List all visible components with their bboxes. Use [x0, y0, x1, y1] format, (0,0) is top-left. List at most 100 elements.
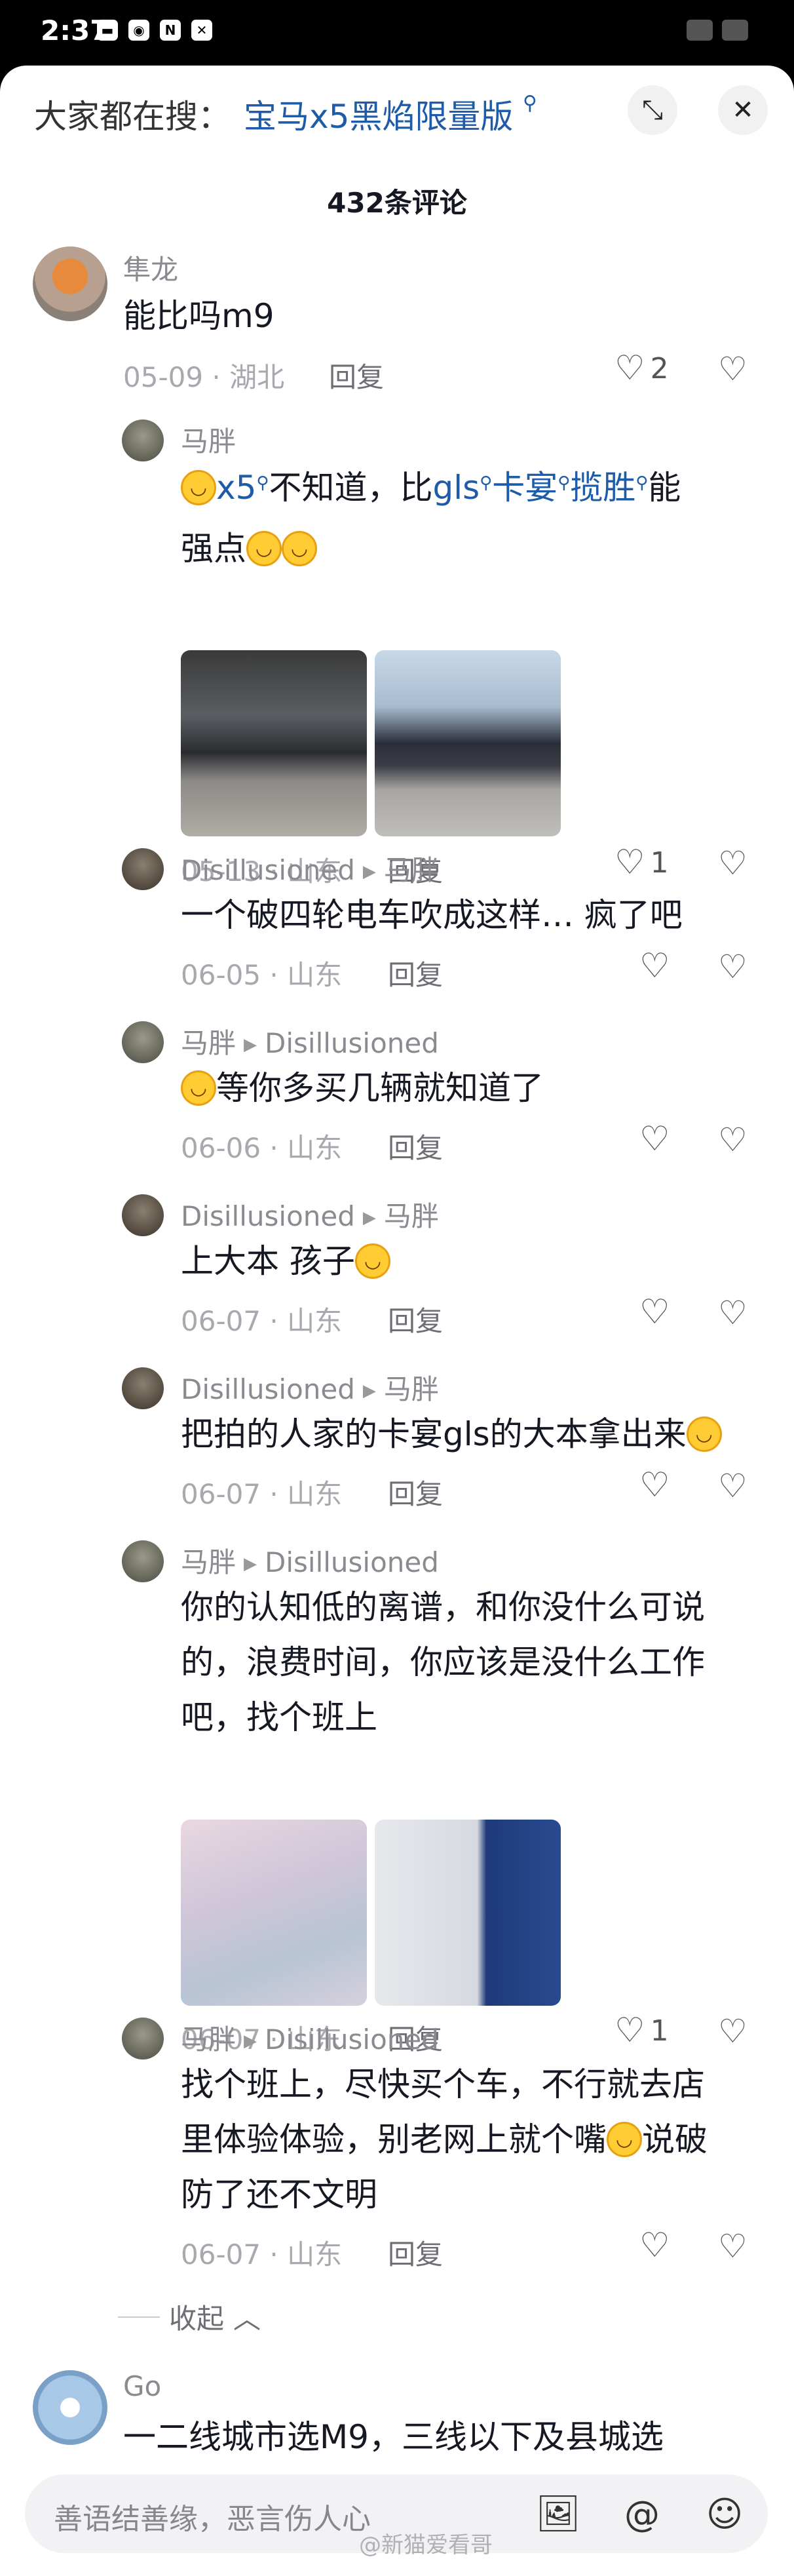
reply-button[interactable]: 回复	[388, 2233, 443, 2273]
like-button[interactable]: ♡	[639, 2229, 670, 2263]
comment-text: ◡ x5⚲不知道，比gls⚲卡宴⚲揽胜⚲能 强点 ◡ ◡	[181, 469, 681, 568]
search-suggestion-link[interactable]: 宝马x5黑焰限量版	[244, 90, 513, 138]
dislike-icon[interactable]: ♡	[718, 1123, 747, 1156]
avatar[interactable]	[33, 2370, 107, 2445]
heart-icon: ♡	[639, 1120, 670, 1159]
status-right-icons	[687, 20, 748, 41]
message-icon: ▬	[97, 20, 118, 41]
comment-count: 432条评论	[327, 187, 467, 219]
comment-input-bar: 善语结善缘，恶言伤人心 🖼 @ ☺ @新猫爱看哥	[0, 2455, 794, 2576]
dislike-icon[interactable]: ♡	[718, 1470, 747, 1502]
status-icons: ▬ ◉ N ✕	[97, 20, 212, 41]
comment-date-location: 06-05 · 山东	[181, 959, 343, 991]
signal-icon	[687, 20, 713, 41]
comment-text: 上大本 孩子 ◡	[181, 1234, 390, 1289]
heart-icon: ♡	[614, 2011, 645, 2050]
comment-author[interactable]: Disillusioned ▶ 马胖	[181, 1194, 439, 1234]
laughing-emoji-icon: ◡	[282, 530, 317, 566]
collapse-label: 收起	[169, 2303, 225, 2335]
avatar[interactable]	[122, 420, 164, 461]
search-header: 大家都在搜： 宝马x5黑焰限量版 ⚲ ⤡ ✕	[0, 66, 794, 159]
heart-icon: ♡	[639, 1293, 670, 1332]
like-count: 1	[650, 2014, 669, 2048]
comment-image[interactable]	[181, 650, 367, 836]
hashtag-link[interactable]: x5	[216, 469, 256, 507]
comment-text: 把拍的人家的卡宴gls的大本拿出来 ◡	[181, 1407, 722, 1462]
smiling-emoji-icon: ◡	[354, 1243, 390, 1279]
reply-button[interactable]: 回复	[388, 1299, 443, 1339]
image-icon[interactable]: 🖼	[536, 2491, 581, 2536]
comment-text: 找个班上，尽快买个车，不行就去店 里体验体验，别老网上就个嘴 ◡ 说破 防了还不文明	[181, 2065, 708, 2214]
collapse-replies-button[interactable]: 收起 ︿	[118, 2297, 261, 2337]
hashtag-link[interactable]: gls	[432, 469, 480, 507]
comment-date-location: 06-07 · 山东	[181, 1478, 343, 1510]
comment-date-location: 05-09 · 湖北	[123, 361, 285, 393]
like-button[interactable]: ♡	[639, 1468, 670, 1502]
comment-author[interactable]: 马胖 ▶ Disillusioned	[181, 2018, 439, 2058]
avatar[interactable]	[33, 246, 107, 321]
comment-date-location: 06-06 · 山东	[181, 1132, 343, 1164]
comment-author[interactable]: Disillusioned ▶ 马胖	[181, 848, 439, 888]
avatar[interactable]	[122, 1367, 164, 1409]
dislike-icon[interactable]: ♡	[718, 950, 747, 983]
mention-icon[interactable]: @	[620, 2491, 664, 2536]
chevron-up-icon: ︿	[233, 2303, 261, 2335]
heart-icon: ♡	[614, 843, 645, 882]
avatar[interactable]	[122, 2018, 164, 2059]
like-button[interactable]: ♡ 2	[614, 351, 669, 385]
like-count: 2	[650, 351, 669, 385]
status-bar: 2:37 ▬ ◉ N ✕	[0, 0, 794, 66]
comment-text: 一个破四轮电车吹成这样… 疯了吧	[181, 896, 683, 934]
dislike-icon[interactable]: ♡	[718, 1297, 747, 1329]
avatar[interactable]	[122, 848, 164, 890]
like-button[interactable]: ♡ 1	[614, 846, 669, 880]
comment-author[interactable]: Disillusioned ▶ 马胖	[181, 1367, 439, 1407]
laughing-emoji-icon: ◡	[181, 469, 216, 505]
laughing-emoji-icon: ◡	[607, 2121, 642, 2157]
avatar[interactable]	[122, 1194, 164, 1236]
mute-icon: ✕	[191, 20, 212, 41]
battery-icon	[722, 20, 748, 41]
comment-author[interactable]: 马胖	[181, 420, 236, 459]
avatar[interactable]	[122, 1540, 164, 1582]
collapse-icon[interactable]: ⤡	[628, 85, 677, 135]
comment-author[interactable]: 马胖 ▶ Disillusioned	[181, 1021, 439, 1061]
watermark: @新猫爱看哥	[359, 2532, 493, 2558]
dislike-icon[interactable]: ♡	[718, 847, 747, 880]
comment-author[interactable]: Go	[123, 2370, 161, 2402]
comment-author[interactable]: 隼龙	[123, 248, 178, 288]
heart-icon: ♡	[639, 1466, 670, 1505]
reply-button[interactable]: 回复	[388, 1472, 443, 1512]
like-button[interactable]: ♡	[639, 1122, 670, 1156]
like-button[interactable]: ♡ 1	[614, 2014, 669, 2048]
comment-date-location: 06-07 · 山东	[181, 1305, 343, 1337]
reply-button[interactable]: 回复	[388, 953, 443, 993]
like-button[interactable]: ♡	[639, 949, 670, 983]
hashtag-link[interactable]: 揽胜	[570, 469, 635, 507]
comment-author[interactable]: 马胖 ▶ Disillusioned	[181, 1540, 439, 1580]
dislike-icon[interactable]: ♡	[718, 353, 747, 385]
grinning-emoji-icon: ◡	[181, 1070, 216, 1106]
heart-icon: ♡	[639, 946, 670, 986]
divider	[118, 2316, 160, 2318]
app-notification-icon: ◉	[128, 20, 149, 41]
avatar[interactable]	[122, 1021, 164, 1063]
comment-text: ◡ 等你多买几辆就知道了	[181, 1061, 544, 1116]
reply-button[interactable]: 回复	[388, 1126, 443, 1166]
dislike-icon[interactable]: ♡	[718, 2230, 747, 2263]
reply-button[interactable]: 回复	[329, 355, 384, 395]
comment-image[interactable]	[375, 1820, 561, 2006]
like-button[interactable]: ♡	[639, 1295, 670, 1329]
emoji-icon[interactable]: ☺	[702, 2491, 747, 2536]
close-icon[interactable]: ✕	[718, 85, 768, 135]
comment-sheet: 大家都在搜： 宝马x5黑焰限量版 ⚲ ⤡ ✕ 432条评论 隼龙 能比吗m9 0…	[0, 66, 794, 2576]
comment-image[interactable]	[181, 1820, 367, 2006]
smiling-emoji-icon: ◡	[686, 1416, 722, 1452]
laughing-emoji-icon: ◡	[246, 530, 282, 566]
comment-image[interactable]	[375, 650, 561, 836]
dislike-icon[interactable]: ♡	[718, 2015, 747, 2048]
like-count: 1	[650, 846, 669, 880]
hashtag-link[interactable]: 卡宴	[492, 469, 558, 507]
input-placeholder: 善语结善缘，恶言伤人心	[54, 2503, 371, 2536]
heart-icon: ♡	[614, 349, 645, 388]
